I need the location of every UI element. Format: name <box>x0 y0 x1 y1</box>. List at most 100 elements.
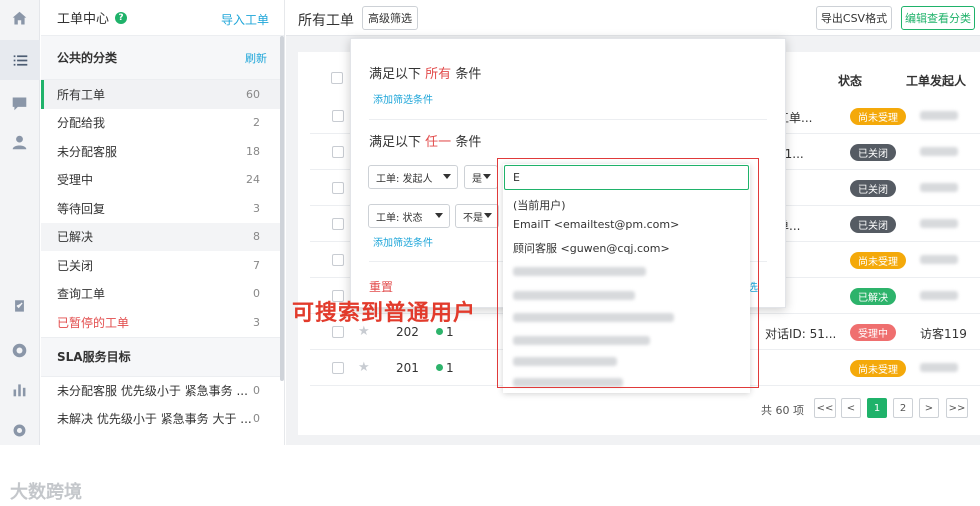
first-page-button[interactable]: << <box>814 398 836 418</box>
edit-view-button[interactable]: 编辑查看分类 <box>901 6 975 30</box>
highlight-box <box>497 158 759 388</box>
row-checkbox[interactable] <box>332 326 344 338</box>
row-checkbox[interactable] <box>332 182 344 194</box>
category-count: 2 <box>253 116 260 130</box>
add-condition-link[interactable]: 添加筛选条件 <box>373 91 433 106</box>
row-checkbox[interactable] <box>332 362 344 374</box>
any-prefix: 满足以下 <box>369 135 422 150</box>
sla-label: 未分配客服 优先级小于 紧急事务 ... <box>57 384 248 398</box>
condition-2-operator-select[interactable]: 不是 <box>455 204 499 228</box>
user-icon[interactable] <box>9 132 29 152</box>
sla-item[interactable]: 未分配客服 优先级小于 紧急事务 ... 0 <box>41 377 284 405</box>
requester-name[interactable]: 访客119 <box>920 325 967 342</box>
blurred-requester[interactable] <box>920 111 958 120</box>
category-label: 等待回复 <box>57 201 106 216</box>
status-badge: 尚未受理 <box>850 360 906 377</box>
add-condition-link-2[interactable]: 添加筛选条件 <box>373 234 433 249</box>
category-label: 查询工单 <box>57 287 106 302</box>
status-badge: 已关闭 <box>850 216 896 233</box>
category-item[interactable]: 已暂停的工单 3 <box>41 308 284 337</box>
any-suffix: 条件 <box>455 135 482 150</box>
category-count: 24 <box>246 173 260 187</box>
refresh-link[interactable]: 刷新 <box>245 50 267 66</box>
status-badge: 已关闭 <box>850 144 896 161</box>
toolbar: 所有工单 高级筛选 导出CSV格式 编辑查看分类 <box>286 0 980 36</box>
requester-column-header: 工单发起人 <box>906 74 967 88</box>
category-item[interactable]: 查询工单 0 <box>41 280 284 309</box>
ticket-sidebar: 工单中心 ? 导入工单 公共的分类 刷新 所有工单 60 分配给我 2 未分配客服 18 受… <box>41 0 285 445</box>
category-item[interactable]: 已解决 8 <box>41 222 284 251</box>
sla-item[interactable]: 未解决 优先级小于 紧急事务 大于 ... 0 <box>41 405 284 433</box>
sidebar-scrollbar[interactable] <box>280 36 284 381</box>
help-icon[interactable]: ? <box>115 11 128 24</box>
category-count: 60 <box>246 87 260 101</box>
list-icon[interactable] <box>0 40 40 80</box>
condition-1-field: 工单: 发起人 <box>376 173 433 185</box>
ticket-id: 202 <box>396 325 419 339</box>
category-label: 分配给我 <box>57 116 106 131</box>
category-item[interactable]: 未分配客服 18 <box>41 137 284 166</box>
next-page-button[interactable]: > <box>919 398 939 418</box>
star-icon[interactable]: ★ <box>358 360 370 375</box>
row-checkbox[interactable] <box>332 110 344 122</box>
export-csv-button[interactable]: 导出CSV格式 <box>816 6 892 30</box>
condition-1-field-select[interactable]: 工单: 发起人 <box>368 165 458 189</box>
status-badge: 尚未受理 <box>850 252 906 269</box>
any-conditions-label: 满足以下 任一 条件 <box>369 131 481 150</box>
blurred-requester[interactable] <box>920 291 958 300</box>
condition-1-operator: 是 <box>472 173 482 185</box>
sla-list: 未分配客服 优先级小于 紧急事务 ... 0 未解决 优先级小于 紧急事务 大于 .… <box>41 377 284 433</box>
category-item[interactable]: 所有工单 60 <box>41 80 284 109</box>
select-all-checkbox[interactable] <box>331 72 343 84</box>
page-2-button[interactable]: 2 <box>893 398 913 418</box>
chat-icon[interactable] <box>9 93 29 113</box>
ticket-subject[interactable]: 对话ID: 51... <box>765 325 836 342</box>
status-badge: 尚未受理 <box>850 108 906 125</box>
category-item[interactable]: 已关闭 7 <box>41 251 284 280</box>
row-checkbox[interactable] <box>332 146 344 158</box>
category-label: 受理中 <box>57 173 94 188</box>
category-count: 3 <box>253 315 260 329</box>
page-1-button[interactable]: 1 <box>867 398 887 418</box>
blurred-requester[interactable] <box>920 363 958 372</box>
bar-chart-icon[interactable] <box>9 379 29 399</box>
category-label: 未分配客服 <box>57 144 118 159</box>
lifebuoy-icon[interactable] <box>9 340 29 360</box>
row-checkbox[interactable] <box>332 218 344 230</box>
sla-section-header: SLA服务目标 <box>41 336 284 377</box>
category-label: 已关闭 <box>57 258 94 273</box>
last-page-button[interactable]: >> <box>946 398 968 418</box>
page-title: 所有工单 <box>298 13 354 29</box>
sla-count: 0 <box>253 384 260 397</box>
condition-2-field-select[interactable]: 工单: 状态 <box>368 204 450 228</box>
condition-1-operator-select[interactable]: 是 <box>464 165 498 189</box>
category-count: 0 <box>253 287 260 301</box>
blurred-requester[interactable] <box>920 147 958 156</box>
category-list: 所有工单 60 分配给我 2 未分配客服 18 受理中 24 等待回复 3 已解决 8 已关闭 7 查询工单… <box>41 80 284 337</box>
advanced-filter-button[interactable]: 高级筛选 <box>362 6 418 30</box>
status-badge: 受理中 <box>850 324 896 341</box>
prev-page-button[interactable]: < <box>841 398 861 418</box>
blurred-requester[interactable] <box>920 255 958 264</box>
home-icon[interactable] <box>9 8 29 28</box>
import-tickets-link[interactable]: 导入工单 <box>221 11 269 28</box>
checklist-icon[interactable] <box>9 295 29 315</box>
category-label: 已暂停的工单 <box>57 315 130 330</box>
settings-icon[interactable] <box>9 420 29 440</box>
category-item[interactable]: 等待回复 3 <box>41 194 284 223</box>
chevron-down-icon <box>435 213 443 218</box>
reply-count: 1 <box>446 325 454 339</box>
row-checkbox[interactable] <box>332 254 344 266</box>
any-keyword: 任一 <box>425 135 452 150</box>
online-dot-icon <box>436 328 443 335</box>
category-item[interactable]: 受理中 24 <box>41 166 284 195</box>
blurred-requester[interactable] <box>920 183 958 192</box>
category-count: 7 <box>253 258 260 272</box>
reset-button[interactable]: 重置 <box>369 278 393 295</box>
blurred-requester[interactable] <box>920 219 958 228</box>
section-title: 公共的分类 <box>57 51 118 65</box>
sla-label: 未解决 优先级小于 紧急事务 大于 ... <box>57 412 252 426</box>
category-item[interactable]: 分配给我 2 <box>41 109 284 138</box>
total-count: 共 60 项 <box>761 404 804 417</box>
category-label: 已解决 <box>57 230 94 245</box>
